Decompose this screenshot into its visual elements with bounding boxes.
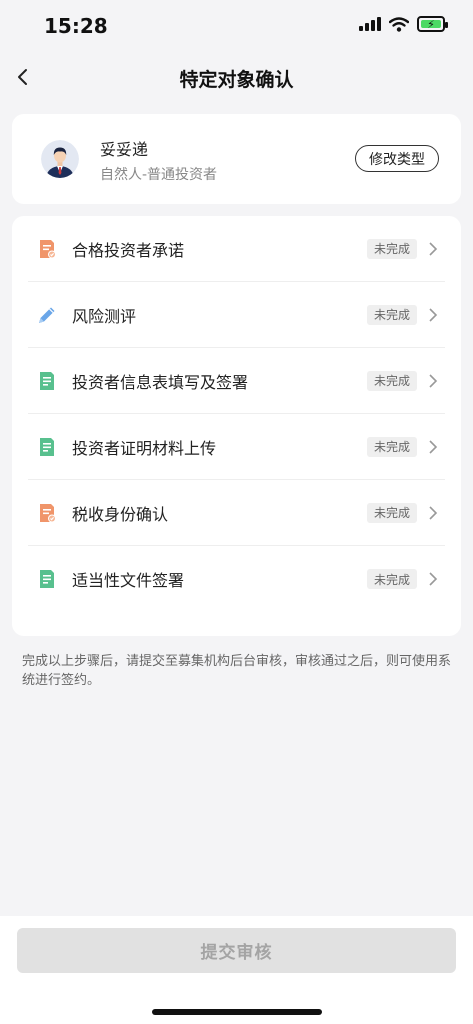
status-badge: 未完成 xyxy=(366,370,417,391)
page-title: 特定对象确认 xyxy=(179,69,294,91)
investor-name: 妥妥递 xyxy=(100,140,149,159)
step-tax-identity-confirmation[interactable]: 税收身份确认 未完成 xyxy=(28,480,445,546)
submit-review-button[interactable]: 提交审核 xyxy=(17,928,456,973)
footer-bar: 提交审核 xyxy=(0,916,473,1024)
status-badge: 未完成 xyxy=(366,502,417,523)
battery-icon: ⚡ xyxy=(417,16,448,32)
status-badge: 未完成 xyxy=(366,304,417,325)
orange-document-check-icon xyxy=(40,503,56,522)
step-suitability-document-signing[interactable]: 适当性文件签署 未完成 xyxy=(28,546,445,612)
pencil-icon xyxy=(39,307,55,323)
step-qualified-investor-commitment[interactable]: 合格投资者承诺 未完成 xyxy=(28,216,445,282)
green-document-icon xyxy=(40,570,54,588)
orange-document-check-icon xyxy=(40,239,56,258)
step-label: 投资者信息表填写及签署 xyxy=(72,372,249,392)
chevron-right-icon xyxy=(429,307,438,322)
charging-bolt-icon: ⚡ xyxy=(427,17,435,31)
status-badge: 未完成 xyxy=(366,238,417,259)
step-label: 合格投资者承诺 xyxy=(72,240,185,260)
step-investor-info-form[interactable]: 投资者信息表填写及签署 未完成 xyxy=(28,348,445,414)
steps-list: 合格投资者承诺 未完成 风险测评 未完成 投资者信息表填写及签署 未完成 投资者… xyxy=(12,216,461,636)
status-badge: 未完成 xyxy=(366,436,417,457)
wifi-icon xyxy=(389,16,409,32)
nav-bar: 特定对象确认 xyxy=(0,52,473,102)
chevron-right-icon xyxy=(429,373,438,388)
chevron-right-icon xyxy=(429,505,438,520)
step-label: 投资者证明材料上传 xyxy=(72,438,217,458)
green-document-icon xyxy=(40,371,54,390)
notice-text: 完成以上步骤后，请提交至募集机构后台审核，审核通过之后，则可使用系统进行签约。 xyxy=(22,654,452,688)
person-avatar-icon xyxy=(41,140,79,178)
cellular-signal-icon xyxy=(359,17,381,31)
chevron-right-icon xyxy=(429,572,438,586)
status-icons: ⚡ xyxy=(359,16,448,32)
avatar xyxy=(41,140,79,178)
investor-profile-card: 妥妥递 自然人-普通投资者 修改类型 xyxy=(12,114,461,204)
step-label: 税收身份确认 xyxy=(72,504,169,524)
step-proof-materials-upload[interactable]: 投资者证明材料上传 未完成 xyxy=(28,414,445,480)
step-label: 风险测评 xyxy=(72,306,137,326)
step-label: 适当性文件签署 xyxy=(72,571,185,590)
status-time: 15:28 xyxy=(44,14,108,38)
status-bar: 15:28 ⚡ xyxy=(0,0,473,52)
green-document-icon xyxy=(40,437,54,456)
chevron-right-icon xyxy=(429,241,438,256)
step-risk-assessment[interactable]: 风险测评 未完成 xyxy=(28,282,445,348)
modify-type-button[interactable]: 修改类型 xyxy=(355,145,439,172)
investor-type: 自然人-普通投资者 xyxy=(100,167,218,183)
status-badge: 未完成 xyxy=(366,569,417,589)
chevron-right-icon xyxy=(429,439,438,454)
home-indicator xyxy=(152,1009,322,1015)
